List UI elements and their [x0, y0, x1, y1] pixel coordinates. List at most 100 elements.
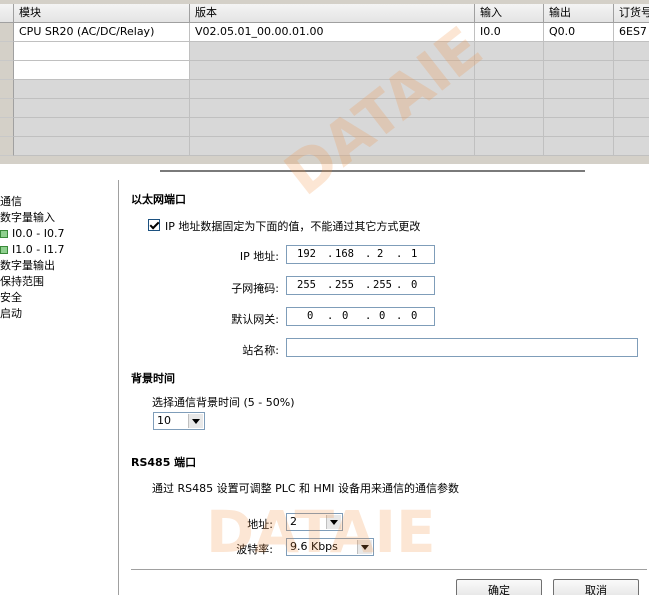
- row-header[interactable]: [0, 99, 14, 118]
- default-gateway-label: 默认网关:: [231, 313, 279, 326]
- table-cell[interactable]: CPU SR20 (AC/DC/Relay): [14, 23, 190, 42]
- rs485-description: 通过 RS485 设置可调整 PLC 和 HMI 设备用来通信的通信参数: [152, 482, 460, 495]
- table-cell[interactable]: [544, 118, 614, 137]
- input-module-icon: [0, 246, 8, 254]
- table-cell[interactable]: [14, 99, 190, 118]
- table-cell[interactable]: [475, 61, 544, 80]
- table-cell[interactable]: [614, 80, 649, 99]
- table-cell[interactable]: [14, 118, 190, 137]
- tree-item-digital-output[interactable]: 数字量输出: [0, 258, 55, 274]
- table-cell[interactable]: [190, 80, 475, 99]
- col-header-version[interactable]: 版本: [190, 4, 475, 23]
- rs485-address-label: 地址:: [247, 518, 273, 531]
- table-cell[interactable]: [190, 99, 475, 118]
- col-header-input[interactable]: 输入: [475, 4, 544, 23]
- table-cell[interactable]: [544, 99, 614, 118]
- table-cell[interactable]: [544, 61, 614, 80]
- table-cell[interactable]: [475, 118, 544, 137]
- tree-item-security[interactable]: 安全: [0, 290, 22, 306]
- footer-divider: [131, 569, 647, 570]
- table-cell[interactable]: [614, 61, 649, 80]
- ip-octet-1: 192: [297, 248, 316, 260]
- ip-dot: .: [365, 279, 372, 291]
- tree-item-label: 数字量输出: [0, 259, 55, 272]
- baud-rate-label: 波特率:: [236, 543, 273, 556]
- table-cell[interactable]: [14, 137, 190, 156]
- table-cell[interactable]: [544, 137, 614, 156]
- table-cell[interactable]: [475, 99, 544, 118]
- background-time-title: 背景时间: [131, 372, 175, 385]
- station-name-label: 站名称:: [242, 344, 279, 357]
- rs485-section-title: RS485 端口: [131, 456, 197, 469]
- baud-rate-select[interactable]: 9.6 Kbps: [286, 538, 374, 556]
- table-cell[interactable]: 6ES7: [614, 23, 649, 42]
- ok-button[interactable]: 确定: [456, 579, 542, 595]
- tree-item-startup[interactable]: 启动: [0, 306, 22, 322]
- chevron-down-icon: [357, 540, 372, 554]
- ethernet-section-title: 以太网端口: [131, 193, 186, 206]
- ip-octet-3: 2: [377, 248, 384, 260]
- ip-dot: .: [327, 310, 334, 322]
- gateway-octet-3: 0: [379, 310, 386, 322]
- tree-item-retentive-range[interactable]: 保持范围: [0, 274, 44, 290]
- table-cell[interactable]: [190, 61, 475, 80]
- subnet-mask-label: 子网掩码:: [231, 282, 279, 295]
- table-cell[interactable]: [14, 42, 190, 61]
- col-header-output[interactable]: 输出: [544, 4, 614, 23]
- gateway-octet-4: 0: [411, 310, 418, 322]
- horizontal-scrollbar[interactable]: [160, 170, 585, 172]
- tree-item-communication[interactable]: 通信: [0, 194, 22, 210]
- table-cell[interactable]: [475, 42, 544, 61]
- row-header[interactable]: [0, 23, 14, 42]
- tree-item-i0[interactable]: I0.0 - I0.7: [0, 226, 64, 242]
- subnet-mask-field[interactable]: 255 . 255 . 255 . 0: [286, 276, 435, 295]
- tree-item-label: 安全: [0, 291, 22, 304]
- table-cell[interactable]: [475, 137, 544, 156]
- tree-item-label: 数字量输入: [0, 211, 55, 224]
- table-cell[interactable]: [614, 42, 649, 61]
- table-cell[interactable]: I0.0: [475, 23, 544, 42]
- grid-corner: [0, 4, 14, 23]
- fixed-ip-checkbox[interactable]: [148, 219, 160, 231]
- subnet-octet-1: 255: [297, 279, 316, 291]
- row-header[interactable]: [0, 137, 14, 156]
- table-cell[interactable]: [614, 99, 649, 118]
- tree-item-i1[interactable]: I1.0 - I1.7: [0, 242, 64, 258]
- background-time-select[interactable]: 10: [153, 412, 205, 430]
- tree-item-label: I0.0 - I0.7: [12, 227, 65, 240]
- table-cell[interactable]: [190, 42, 475, 61]
- fixed-ip-label: IP 地址数据固定为下面的值，不能通过其它方式更改: [165, 220, 421, 233]
- cancel-button[interactable]: 取消: [553, 579, 639, 595]
- row-header[interactable]: [0, 80, 14, 99]
- station-name-input[interactable]: [286, 338, 638, 357]
- ip-dot: .: [365, 248, 372, 260]
- table-cell[interactable]: [190, 137, 475, 156]
- table-cell[interactable]: [544, 42, 614, 61]
- table-cell[interactable]: [475, 80, 544, 99]
- ip-address-field[interactable]: 192 . 168 . 2 . 1: [286, 245, 435, 264]
- subnet-octet-4: 0: [411, 279, 418, 291]
- row-header[interactable]: [0, 61, 14, 80]
- chevron-down-icon: [188, 414, 203, 428]
- table-cell[interactable]: [614, 137, 649, 156]
- ip-dot: .: [396, 279, 403, 291]
- rs485-address-select[interactable]: 2: [286, 513, 343, 531]
- tree-item-digital-input[interactable]: 数字量输入: [0, 210, 55, 226]
- background-time-value: 10: [157, 414, 171, 427]
- tree-item-label: 通信: [0, 195, 22, 208]
- row-header[interactable]: [0, 42, 14, 61]
- row-header[interactable]: [0, 118, 14, 137]
- table-cell[interactable]: [544, 80, 614, 99]
- ip-dot: .: [396, 248, 403, 260]
- col-header-order-number[interactable]: 订货号: [614, 4, 649, 23]
- default-gateway-field[interactable]: 0 . 0 . 0 . 0: [286, 307, 435, 326]
- ip-octet-4: 1: [411, 248, 418, 260]
- table-cell[interactable]: [14, 61, 190, 80]
- table-cell[interactable]: Q0.0: [544, 23, 614, 42]
- table-cell[interactable]: [190, 118, 475, 137]
- table-cell[interactable]: V02.05.01_00.00.01.00: [190, 23, 475, 42]
- table-cell[interactable]: [614, 118, 649, 137]
- table-cell[interactable]: [14, 80, 190, 99]
- col-header-module[interactable]: 模块: [14, 4, 190, 23]
- ip-dot: .: [327, 279, 334, 291]
